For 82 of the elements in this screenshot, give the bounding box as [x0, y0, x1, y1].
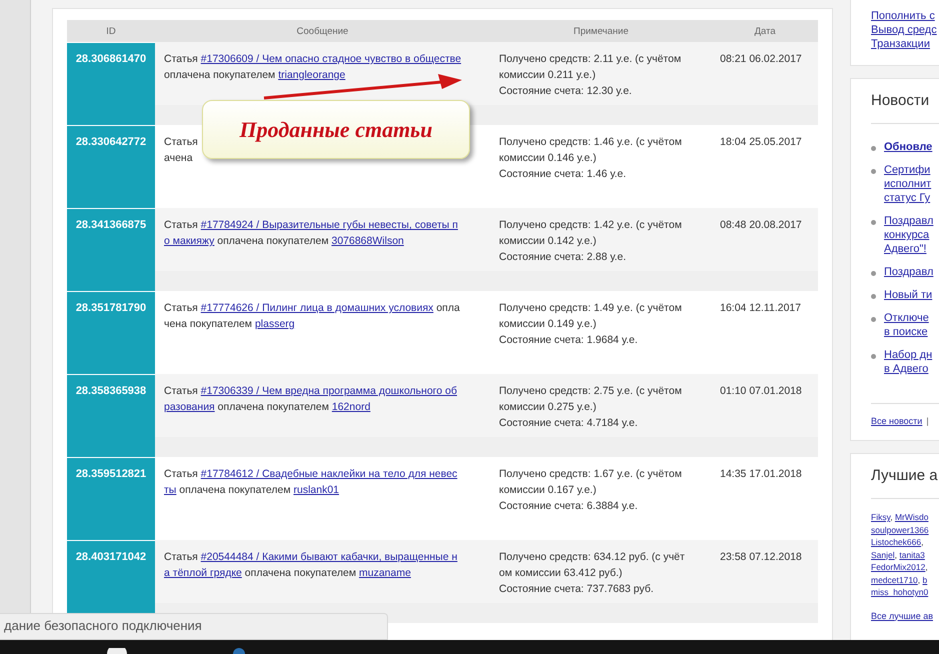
- text-link[interactable]: 3076868Wilson: [331, 235, 404, 247]
- news-title: Новости: [871, 79, 939, 124]
- text-link[interactable]: #17306339 / Чем вредна программа дошкольного об: [200, 385, 457, 397]
- text-link[interactable]: разования: [164, 401, 215, 413]
- news-link[interactable]: Набор дн в Адвего: [884, 348, 932, 376]
- text-link[interactable]: #17784612 / Свадебные наклейки на тело для невес: [200, 468, 458, 480]
- text-link[interactable]: #17784924 / Выразительные губы невесты, советы п: [200, 219, 458, 231]
- text-link[interactable]: MrWisdo: [894, 512, 928, 522]
- date-cell: 01:10 07.01.2018: [712, 374, 818, 437]
- text-link[interactable]: #17306609 / Чем опасно стадное чувство в обществе: [200, 53, 462, 65]
- news-link[interactable]: Поздравл конкурса Адвего"!: [884, 214, 934, 256]
- date-cell: 23:58 07.12.2018: [712, 540, 818, 603]
- id-cell: 28.330642772: [67, 125, 155, 208]
- message-text: Статья ачена: [164, 135, 198, 166]
- note-text: Получено средств: 2.11 у.е. (с учётом комиссии 0.211 у.е.) Состояние счета: 12.30 у.е.: [490, 42, 712, 105]
- text-link[interactable]: Listochek666: [871, 537, 922, 547]
- text-link[interactable]: FedorMix2012: [871, 562, 926, 572]
- message-text: Статья #17784924 / Выразительные губы невесты, советы п о макияжу оплачена покупателем 3076868Wilson: [164, 218, 458, 249]
- text-link[interactable]: #17774626 / Пилинг лица в домашних условиях: [200, 302, 434, 314]
- account-link[interactable]: Вывод средс: [871, 23, 937, 37]
- date-cell-text: 16:04 12.11.2017: [719, 301, 802, 316]
- callout-label: Проданные статьи: [202, 100, 470, 159]
- bullet-icon: [871, 220, 876, 225]
- bullet-icon: [871, 294, 876, 299]
- bullet-icon: [871, 317, 876, 322]
- text-link[interactable]: miss_hohotyn0: [871, 587, 928, 597]
- message-text: Статья #17306609 / Чем опасно стадное чувство в обществе оплачена покупателем triangleorange: [164, 52, 462, 83]
- date-cell: 08:21 06.02.2017: [712, 42, 818, 105]
- column-header: Дата: [753, 26, 777, 36]
- message-text: Статья #17784612 / Свадебные наклейки на тело для невес ты оплачена покупателем ruslank01: [164, 467, 458, 498]
- all-authors-link[interactable]: Все лучшие ав: [871, 610, 933, 620]
- message-text: Статья #17774626 / Пилинг лица в домашних условиях опла чена покупателем plasserg: [164, 301, 460, 332]
- news-link[interactable]: Отключе в поиске: [884, 311, 929, 339]
- column-header: Сообщение: [296, 26, 350, 36]
- news-link[interactable]: Обновле: [884, 140, 932, 154]
- text-link[interactable]: b: [922, 574, 928, 584]
- news-link[interactable]: Поздравл: [884, 265, 934, 279]
- id-cell: 28.351781790: [67, 291, 155, 374]
- status-popup: дание безопасного подключения: [0, 613, 388, 640]
- text-link[interactable]: soulpower1366: [871, 524, 929, 534]
- note-text: Получено средств: 634.12 руб. (с учёт ом комиссии 63.412 руб.) Состояние счета: 737.7683 руб.: [490, 540, 712, 603]
- note-text: Получено средств: 2.75 у.е. (с учётом комиссии 0.275 у.е.) Состояние счета: 4.7184 у.е.: [490, 374, 712, 437]
- text-link[interactable]: medcet1710: [871, 574, 918, 584]
- id-cell: 28.306861470: [67, 42, 155, 125]
- text-link[interactable]: о макияжу: [164, 235, 214, 247]
- text-link[interactable]: ruslank01: [293, 484, 340, 496]
- bullet-icon: [871, 271, 876, 276]
- text-link[interactable]: ты: [164, 484, 176, 496]
- text-link[interactable]: plasserg: [254, 318, 295, 330]
- date-cell-text: 14:35 17.01.2018: [719, 467, 803, 482]
- column-header: ID: [105, 26, 117, 36]
- date-cell-text: 18:04 25.05.2017: [719, 135, 803, 150]
- message-text: Статья #17306339 / Чем вредна программа дошкольного об разования оплачена покупателем 162nord: [164, 384, 457, 415]
- id-cell: 28.341366875: [67, 208, 155, 291]
- bullet-icon: [871, 146, 876, 151]
- text-link[interactable]: Sanjel: [871, 550, 895, 560]
- text-link[interactable]: triangleorange: [278, 69, 346, 81]
- account-link[interactable]: Пополнить с: [871, 9, 935, 23]
- account-link[interactable]: Транзакции: [871, 37, 930, 51]
- note-text: Получено средств: 1.42 у.е. (с учётом комиссии 0.142 у.е.) Состояние счета: 2.88 у.е.: [490, 208, 712, 271]
- column-header: Примечание: [572, 26, 630, 36]
- all-news-link[interactable]: Все новости: [871, 416, 922, 426]
- text-link[interactable]: #20544484 / Какими бывают кабачки, выращенные н: [200, 551, 458, 563]
- text-link[interactable]: muzaname: [359, 567, 411, 579]
- bullet-icon: [871, 169, 876, 174]
- note-text: Получено средств: 1.67 у.е. (с учётом комиссии 0.167 у.е.) Состояние счета: 6.3884 у.е.: [498, 467, 683, 514]
- id-cell: 28.358365938: [67, 374, 155, 457]
- news-link[interactable]: Сертифи исполнит статус Гу: [884, 163, 932, 205]
- text-link[interactable]: tanita3: [899, 550, 925, 560]
- bullet-icon: [871, 354, 876, 359]
- id-cell: 28.359512821: [67, 457, 155, 540]
- date-cell: 08:48 20.08.2017: [712, 208, 818, 271]
- text-link[interactable]: а тёплой грядке: [164, 567, 242, 579]
- separator-text: |: [926, 416, 929, 426]
- text-link[interactable]: 162nord: [332, 401, 370, 413]
- authors-list: Fiksy, MrWisdo soulpower1366 Listochek666, Sanjel, tanita3 FedorMix2012, medcet1710, b miss_hohotyn0: [871, 499, 939, 610]
- note-text: Получено средств: 1.46 у.е. (с учётом комиссии 0.146 у.е.) Состояние счета: 1.46 у.е.: [498, 135, 683, 182]
- note-text: Получено средств: 1.49 у.е. (с учётом комиссии 0.149 у.е.) Состояние счета: 1.9684 у.е.: [498, 301, 683, 348]
- message-text: Статья #20544484 / Какими бывают кабачки, выращенные н а тёплой грядке оплачена покупателем muzaname: [164, 550, 458, 581]
- authors-title: Лучшие а: [871, 454, 939, 499]
- text-link[interactable]: Fiksy: [871, 512, 890, 522]
- news-link[interactable]: Новый ти: [884, 288, 932, 302]
